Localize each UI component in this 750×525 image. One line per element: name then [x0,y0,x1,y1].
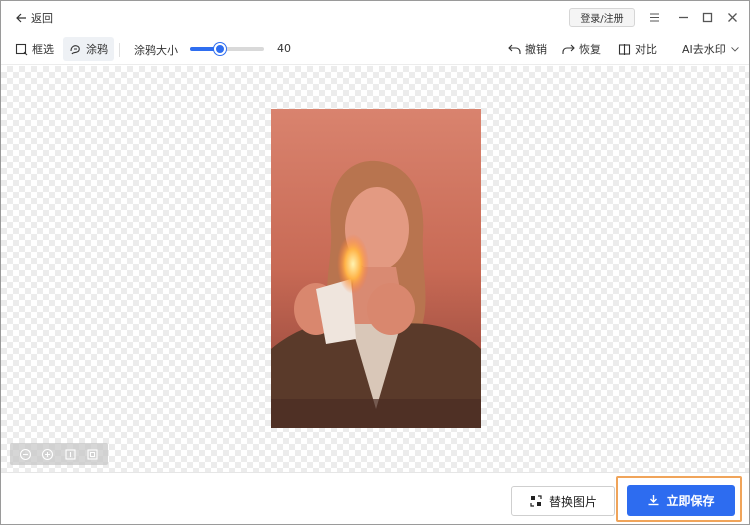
zoom-controls [10,443,108,465]
menu-icon[interactable] [647,10,661,24]
zoom-in-icon[interactable] [41,447,55,461]
brush-icon [70,44,80,54]
brush-size-slider-knob[interactable] [213,43,226,55]
ai-watermark-dropdown[interactable]: AI去水印 [676,37,746,61]
portrait-image [271,109,481,428]
redo-button[interactable]: 恢复 [556,37,607,61]
box-select-tool[interactable]: 框选 [9,37,60,61]
undo-icon [508,44,521,54]
arrow-left-icon [16,13,26,23]
replace-image-button[interactable]: 替换图片 [511,486,615,516]
minimize-icon[interactable] [676,10,690,24]
save-now-button[interactable]: 立即保存 [627,485,735,516]
title-bar: 返回 登录/注册 [1,1,749,33]
undo-button[interactable]: 撤销 [502,37,553,61]
compare-icon [618,43,631,55]
chevron-down-icon [730,47,739,52]
fit-screen-icon[interactable] [63,447,77,461]
brush-size-value: 40 [277,42,291,55]
back-button[interactable]: 返回 [15,10,53,26]
brush-label: 涂鸦 [86,43,108,56]
footer-bar: 替换图片 立即保存 [1,472,749,524]
toolbar: 框选 涂鸦 涂鸦大小 40 撤销 恢复 对比 AI去水印 [1,33,749,65]
redo-label: 恢复 [579,43,601,56]
brush-tool[interactable]: 涂鸦 [63,37,114,61]
compare-button[interactable]: 对比 [612,37,663,61]
ai-watermark-label: AI去水印 [682,43,726,56]
replace-image-icon [530,495,542,507]
actual-size-icon[interactable] [86,447,100,461]
replace-image-label: 替换图片 [548,494,597,509]
undo-label: 撤销 [525,43,547,56]
maximize-icon[interactable] [700,10,714,24]
zoom-out-icon[interactable] [18,447,32,461]
back-label: 返回 [31,12,53,25]
box-select-icon [15,43,28,55]
box-select-label: 框选 [32,43,54,56]
toolbar-divider [119,43,120,57]
save-now-label: 立即保存 [666,494,715,508]
edited-photo[interactable] [271,109,481,428]
login-register-button[interactable]: 登录/注册 [569,8,635,27]
app-window: 返回 登录/注册 框选 涂鸦 涂鸦大小 40 撤销 恢复 对比 AI去水印 替换… [0,0,750,525]
editing-canvas[interactable] [1,66,749,472]
download-icon [648,495,659,506]
close-icon[interactable] [725,10,739,24]
compare-label: 对比 [635,43,657,56]
brush-size-slider[interactable] [190,43,264,55]
brush-size-label: 涂鸦大小 [134,44,178,57]
redo-icon [562,44,575,54]
